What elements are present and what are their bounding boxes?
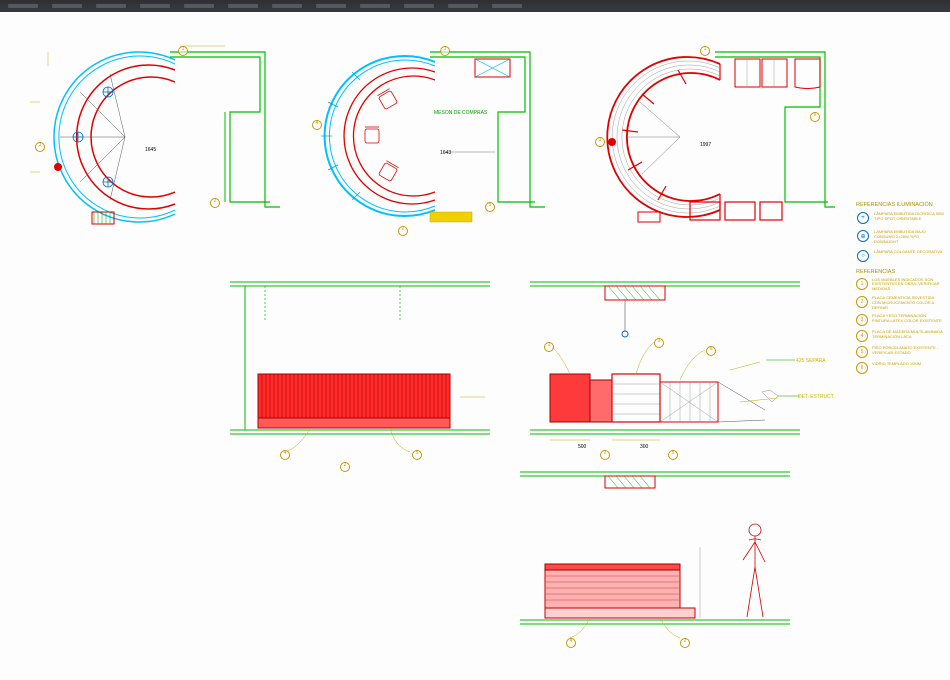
callout-marker [280, 450, 290, 460]
callout-marker [178, 46, 188, 56]
dim-text: 1997 [700, 142, 711, 148]
light-symbol-icon: ○ [856, 249, 870, 263]
legend-note: 4PLACA DE MADERA MULTILAMINADA TERMINACI… [856, 330, 944, 342]
dim-text: 425 SEPARA [796, 358, 826, 364]
toolbar[interactable] [0, 0, 950, 12]
callout-marker [595, 137, 605, 147]
callout-marker [485, 202, 495, 212]
legend-desc: LÁMPARA EMBUTIDA BAJO CONSUMO 2×26W TIPO… [874, 229, 944, 245]
light-symbol-icon: ⊕ [856, 229, 870, 243]
legend-note: 2PLACA CEMENTICIA REVESTIDA CON MICROCEM… [856, 296, 944, 310]
callout-marker [412, 450, 422, 460]
legend-row: + LÁMPARA EMBUTIDA DICROICA 50W TIPO SPO… [856, 211, 944, 225]
callout-marker [700, 46, 710, 56]
dim-text: DET. ESTRUCT. [798, 394, 835, 400]
legend-desc: LÁMPARA COLGANTE DECORATIVA [874, 249, 944, 263]
callout-marker [680, 638, 690, 648]
light-symbol-icon: + [856, 211, 870, 225]
legend-note: 3PLACA YESO TERMINACIÓN PINTURA LÁTEX CO… [856, 314, 944, 326]
drawing-canvas[interactable]: MESON DE COMPRAS 1645 1643 1997 425 SEPA… [0, 12, 950, 680]
human-figure-icon [743, 524, 765, 617]
callout-marker [600, 450, 610, 460]
callout-marker [668, 450, 678, 460]
legend-row: ○ LÁMPARA COLGANTE DECORATIVA [856, 249, 944, 263]
legend-note: 6VIDRIO TEMPLADO 10MM [856, 362, 944, 374]
legend-title: REFERENCIAS [856, 269, 944, 275]
dim-text: 500 [578, 444, 586, 450]
legend-note: 1LOS MUEBLES INDICADOS SON EXISTENTES EN… [856, 278, 944, 292]
dim-text: 300 [640, 444, 648, 450]
callout-marker [566, 638, 576, 648]
legend-row: ⊕ LÁMPARA EMBUTIDA BAJO CONSUMO 2×26W TI… [856, 229, 944, 245]
callout-marker [440, 46, 450, 56]
legend-note: 5PISO PORCELANATO EXISTENTE - VERIFICAR … [856, 346, 944, 358]
callout-marker [544, 342, 554, 352]
callout-marker [810, 112, 820, 122]
callout-marker [398, 226, 408, 236]
callout-marker [340, 462, 350, 472]
callout-marker [706, 346, 716, 356]
callout-marker [312, 120, 322, 130]
callout-marker [35, 142, 45, 152]
legend-title: REFERENCIAS ILUMINACIÓN [856, 202, 944, 208]
room-label: MESON DE COMPRAS [434, 110, 487, 116]
legend-desc: LÁMPARA EMBUTIDA DICROICA 50W TIPO SPOT … [874, 211, 944, 225]
dim-text: 1643 [440, 150, 451, 156]
dim-text: 1645 [145, 147, 156, 153]
callout-marker [210, 198, 220, 208]
callout-marker [654, 338, 664, 348]
legend-block: REFERENCIAS ILUMINACIÓN + LÁMPARA EMBUTI… [856, 202, 944, 378]
